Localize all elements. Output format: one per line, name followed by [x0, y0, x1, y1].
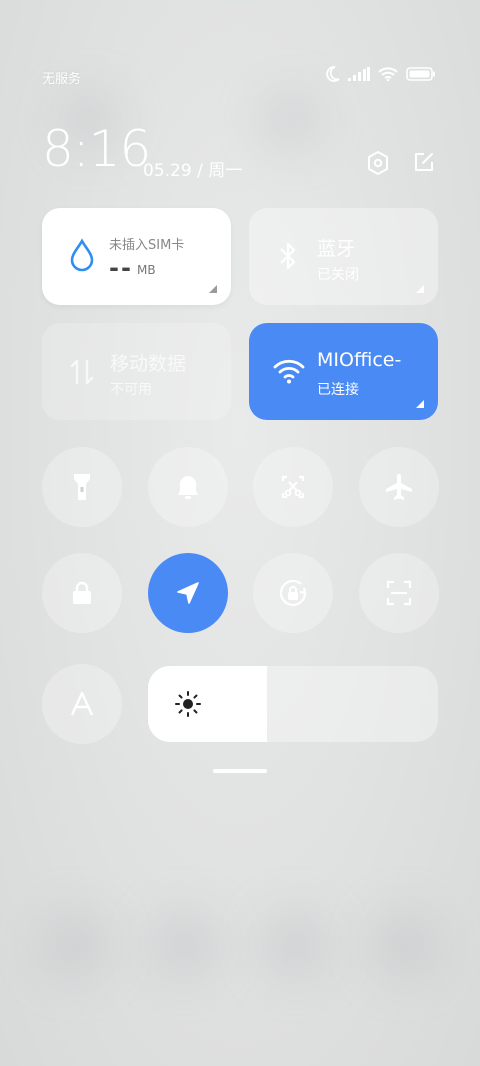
scanner-icon: [386, 580, 412, 606]
expand-corner-icon: [416, 400, 424, 408]
bluetooth-tile[interactable]: 蓝牙 已关闭: [249, 208, 438, 305]
clock-time: 8:16: [42, 120, 151, 178]
lock-icon: [73, 581, 91, 604]
data-usage-unit: MB: [137, 263, 156, 277]
bluetooth-title: 蓝牙: [317, 238, 356, 260]
location-icon: [177, 582, 199, 604]
clock-date: 05.29 / 周一: [143, 161, 243, 181]
flashlight-icon: [74, 474, 90, 500]
expand-corner-icon: [209, 285, 217, 293]
screenshot-icon: [281, 475, 305, 499]
mobile-data-title: 移动数据: [110, 353, 187, 375]
background-blur: [40, 910, 110, 980]
carrier-label: 无服务: [42, 72, 82, 87]
wifi-status-icon: [378, 67, 398, 81]
airplane-toggle[interactable]: [359, 447, 439, 527]
background-blur: [370, 910, 440, 980]
status-icons: [326, 66, 436, 82]
rotation-lock-toggle[interactable]: [253, 553, 333, 633]
wifi-tile[interactable]: MIOffice- 已连接: [249, 323, 438, 420]
bell-icon: [178, 476, 198, 499]
signal-icon: [348, 67, 370, 81]
data-usage-value: --: [109, 254, 133, 282]
moon-icon: [326, 66, 340, 82]
wifi-network-name: MIOffice-: [317, 349, 402, 371]
mobile-data-icon: [70, 359, 94, 385]
lock-screen-toggle[interactable]: [42, 553, 122, 633]
screenshot-toggle[interactable]: [253, 447, 333, 527]
bluetooth-status: 已关闭: [317, 267, 359, 283]
font-icon: [70, 691, 94, 716]
wifi-status: 已连接: [317, 382, 359, 398]
wifi-icon: [273, 359, 305, 384]
battery-icon: [406, 67, 435, 81]
background-blur: [260, 910, 330, 980]
water-drop-icon: [70, 238, 94, 272]
airplane-icon: [386, 474, 412, 500]
settings-icon[interactable]: [366, 150, 390, 176]
brightness-slider[interactable]: [148, 666, 438, 742]
flashlight-toggle[interactable]: [42, 447, 122, 527]
sim-status-label: 未插入SIM卡: [109, 238, 185, 253]
font-toggle[interactable]: [42, 664, 122, 744]
background-blur: [150, 910, 220, 980]
home-indicator[interactable]: [213, 769, 267, 773]
bluetooth-icon: [280, 242, 296, 270]
brightness-fill: [148, 666, 267, 742]
expand-corner-icon: [416, 285, 424, 293]
location-toggle[interactable]: [148, 553, 228, 633]
mobile-data-tile[interactable]: 移动数据 不可用: [42, 323, 231, 420]
header-actions: [366, 150, 436, 176]
sound-toggle[interactable]: [148, 447, 228, 527]
edit-icon[interactable]: [412, 150, 436, 174]
sun-icon: [175, 691, 201, 717]
scanner-toggle[interactable]: [359, 553, 439, 633]
mobile-data-status: 不可用: [110, 382, 152, 398]
rotation-lock-icon: [279, 579, 307, 606]
data-usage-tile[interactable]: 未插入SIM卡 -- MB: [42, 208, 231, 305]
